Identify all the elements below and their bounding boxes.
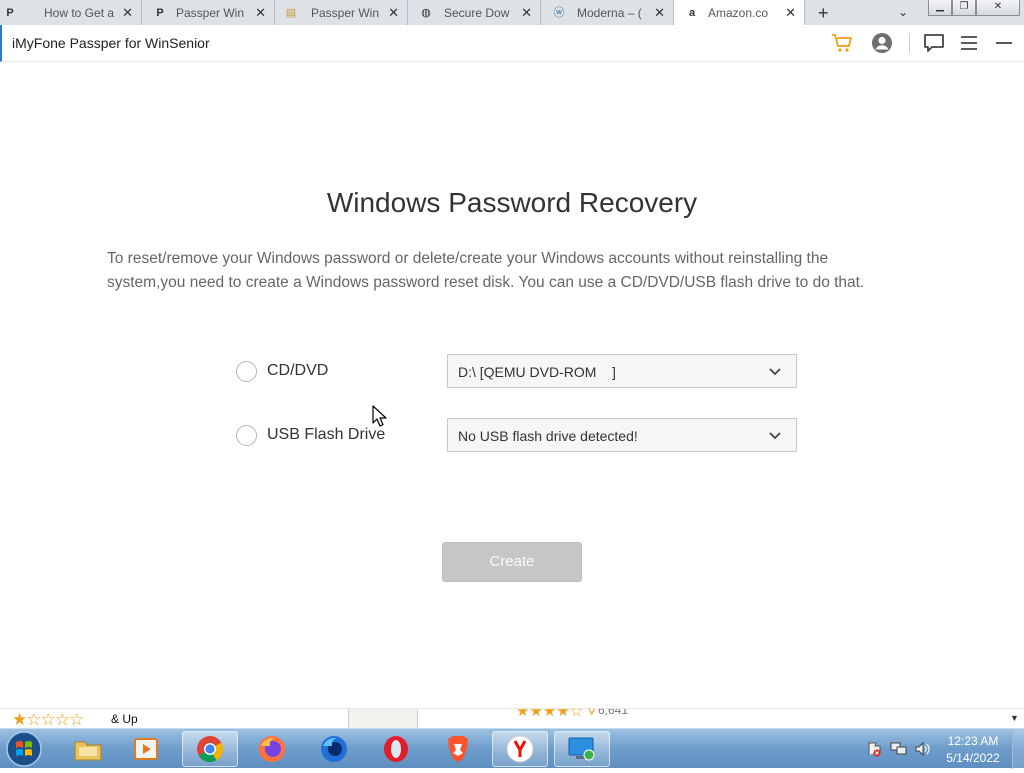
browser-tab[interactable]: ⓦ Moderna – ( ✕ (541, 0, 674, 26)
close-icon[interactable]: ✕ (255, 5, 266, 21)
menu-icon[interactable] (957, 31, 981, 55)
browser-tab-strip: P How to Get a ✕ P Passper Win ✕ ▤ Passp… (0, 0, 1024, 26)
feedback-icon[interactable] (922, 31, 946, 55)
volume-icon[interactable] (914, 741, 932, 762)
new-tab-icon[interactable]: + (818, 3, 829, 24)
media-player-icon[interactable] (118, 731, 174, 767)
close-icon[interactable]: ✕ (388, 5, 399, 21)
close-icon[interactable]: ✕ (122, 5, 133, 21)
usb-selected-value: No USB flash drive detected! (458, 428, 638, 444)
title-bar: iMyFone Passper for WinSenior (0, 25, 1024, 62)
browser-tab[interactable]: P Passper Win ✕ (142, 0, 275, 26)
taskbar: 12:23 AM 5/14/2022 (0, 728, 1024, 769)
opera-icon[interactable] (368, 731, 424, 767)
account-icon[interactable] (870, 31, 894, 55)
globe-icon: ◍ (421, 7, 431, 19)
browser-tab-title: Secure Dow (444, 6, 510, 20)
page-title: Windows Password Recovery (326, 187, 698, 218)
usb-drive-select[interactable]: No USB flash drive detected! (447, 418, 797, 452)
chevron-down-icon (769, 368, 781, 376)
restore-icon[interactable]: ❐ (952, 0, 976, 16)
brave-icon[interactable] (430, 731, 486, 767)
browser-tab-active[interactable]: a Amazon.co ✕ (674, 0, 805, 26)
create-button[interactable]: Create (442, 542, 582, 582)
app-title: iMyFone Passper for WinSenior (12, 35, 210, 51)
start-button[interactable] (4, 730, 44, 768)
background-web-page: ★☆☆☆☆ & Up ★★★★☆ ˅ 6,641 ▼ (0, 708, 1024, 728)
cd-dvd-radio[interactable] (236, 361, 257, 382)
browser-tab-title: How to Get a (44, 6, 115, 20)
usb-flash-drive-radio[interactable] (236, 425, 257, 446)
cd-dvd-selected-value: D:\ [QEMU DVD-ROM ] (458, 364, 616, 380)
cd-dvd-label[interactable]: CD/DVD (267, 362, 328, 380)
usb-flash-drive-label[interactable]: USB Flash Drive (267, 426, 385, 444)
clock-time[interactable]: 12:23 AM (940, 734, 1006, 748)
browser-tab[interactable]: ▤ Passper Win ✕ (275, 0, 408, 26)
scroll-down-icon[interactable]: ▼ (1010, 713, 1019, 723)
minimize-icon[interactable]: ▁ (928, 0, 952, 16)
usb-option-row: USB Flash Drive No USB flash drive detec… (0, 418, 1024, 452)
browser-tab-title: Passper Win (176, 6, 245, 20)
mouse-pointer-icon (372, 405, 387, 427)
minimize-icon[interactable] (992, 31, 1016, 55)
yandex-browser-icon[interactable] (492, 731, 548, 767)
chevron-down-icon[interactable]: ⌄ (898, 5, 908, 19)
passper-icon: P (6, 7, 14, 19)
document-icon: ▤ (285, 7, 297, 19)
passper-icon: P (156, 7, 164, 19)
firefox-developer-icon[interactable] (306, 731, 362, 767)
passper-app-icon[interactable] (554, 731, 610, 767)
clock-date[interactable]: 5/14/2022 (940, 751, 1006, 765)
wordpress-icon: ⓦ (553, 7, 565, 19)
chevron-down-icon (769, 432, 781, 440)
browser-tab-title: Moderna – ( (577, 6, 642, 20)
file-explorer-icon[interactable] (60, 731, 116, 767)
and-up-label[interactable]: & Up (111, 712, 138, 726)
cd-dvd-drive-select[interactable]: D:\ [QEMU DVD-ROM ] (447, 354, 797, 388)
close-icon[interactable]: ✕ (521, 5, 532, 21)
rating-count[interactable]: 6,641 (598, 709, 628, 717)
product-thumbnail[interactable] (348, 709, 418, 728)
close-icon[interactable]: ✕ (785, 5, 796, 21)
description-text: To reset/remove your Windows password or… (107, 250, 865, 291)
browser-tab-title: Passper Win (311, 6, 380, 20)
app-window: iMyFone Passper for WinSenior Windows Pa… (0, 25, 1024, 708)
star-rating-icon[interactable]: ★☆☆☆☆ (12, 710, 84, 728)
action-center-icon[interactable] (866, 741, 882, 762)
cd-dvd-option-row: CD/DVD D:\ [QEMU DVD-ROM ] (0, 354, 1024, 388)
firefox-icon[interactable] (244, 731, 300, 767)
browser-tab[interactable]: P How to Get a ✕ (0, 0, 142, 26)
cart-icon[interactable] (830, 31, 854, 55)
divider (909, 33, 910, 53)
close-icon[interactable]: ✕ (654, 5, 665, 21)
browser-tab[interactable]: ◍ Secure Dow ✕ (408, 0, 541, 26)
amazon-icon: a (688, 7, 696, 19)
browser-tab-title: Amazon.co (708, 6, 769, 20)
chrome-icon[interactable] (182, 731, 238, 767)
network-icon[interactable] (890, 741, 908, 762)
show-desktop-button[interactable] (1012, 729, 1024, 769)
close-window-icon[interactable]: ✕ (976, 0, 1020, 16)
star-rating-icon: ★★★★☆ ˅ (516, 708, 597, 720)
